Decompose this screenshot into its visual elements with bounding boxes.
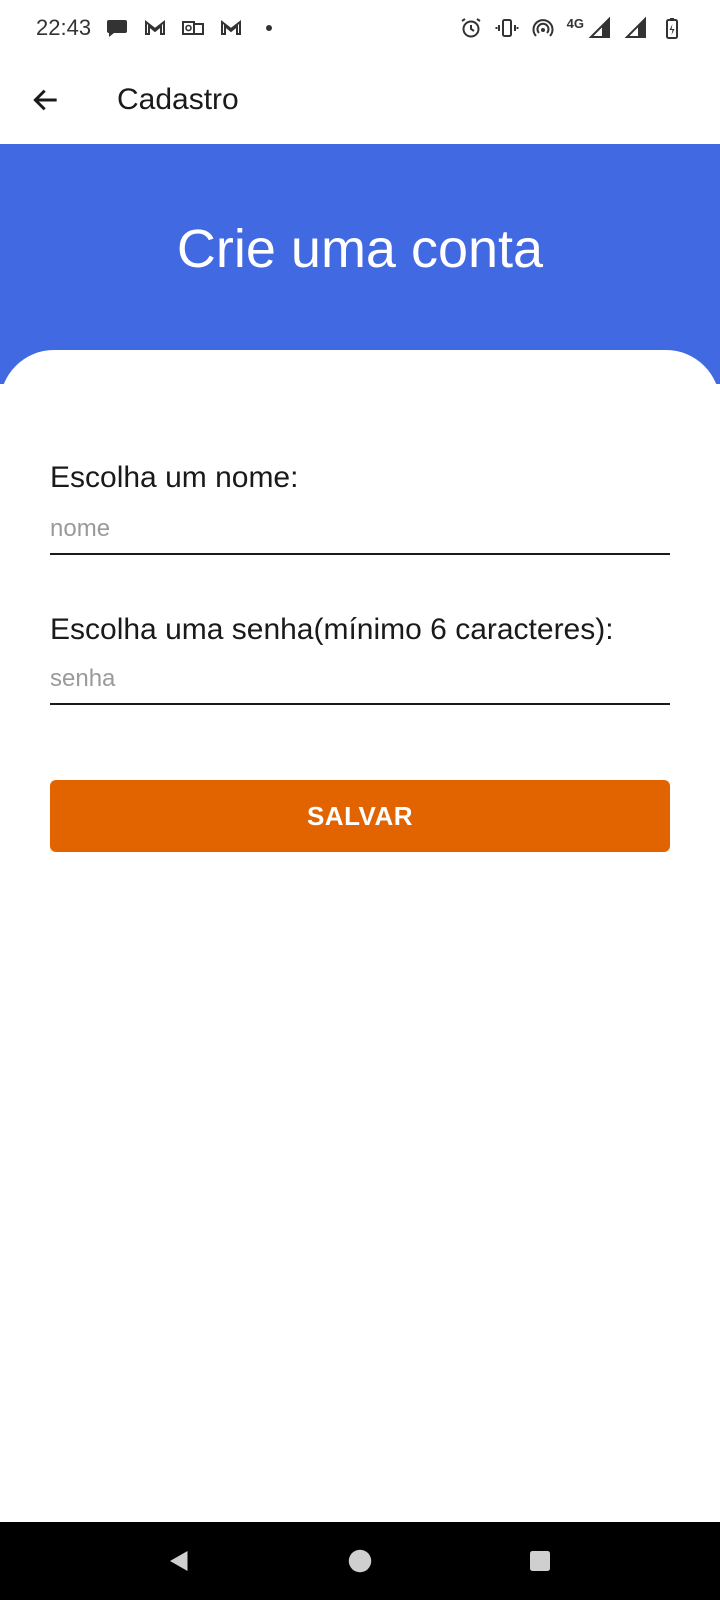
- nav-home-button[interactable]: [336, 1537, 384, 1585]
- password-input[interactable]: [50, 655, 670, 705]
- outlook-icon: [181, 16, 205, 40]
- status-bar: 22:43 4G: [0, 0, 720, 56]
- dot-icon: [257, 16, 281, 40]
- signal-icon: [588, 16, 612, 40]
- battery-icon: [660, 16, 684, 40]
- vibrate-icon: [495, 16, 519, 40]
- nav-recents-button[interactable]: [516, 1537, 564, 1585]
- navigation-bar: [0, 1522, 720, 1600]
- home-circle-icon: [348, 1549, 372, 1573]
- gmail-icon: [143, 16, 167, 40]
- status-time: 22:43: [36, 15, 92, 40]
- back-triangle-icon: [170, 1551, 188, 1571]
- name-label: Escolha um nome:: [50, 461, 299, 494]
- network-label: 4G: [566, 15, 584, 31]
- password-label: Escolha uma senha(mínimo 6 caracteres):: [50, 613, 614, 646]
- chat-bubble-icon: [105, 16, 129, 40]
- form-card: Escolha um nome: Escolha uma senha(mínim…: [0, 350, 720, 1522]
- arrow-left-icon: [33, 89, 57, 111]
- save-button[interactable]: SALVAR: [50, 780, 670, 852]
- signal-icon: [624, 16, 648, 40]
- name-input[interactable]: [50, 505, 670, 555]
- alarm-icon: [459, 16, 483, 40]
- recents-square-icon: [530, 1551, 550, 1571]
- gmail-icon: [219, 16, 243, 40]
- back-button[interactable]: [16, 70, 76, 130]
- app-title: Cadastro: [117, 83, 239, 116]
- app-bar: Cadastro: [0, 56, 720, 144]
- screen: 22:43 4G Cadastro Crie uma conta Escolha…: [0, 0, 720, 1600]
- hotspot-icon: [531, 16, 555, 40]
- header-title: Crie uma conta: [176, 219, 544, 279]
- status-left: 22:43: [36, 15, 281, 41]
- nav-back-button[interactable]: [156, 1537, 204, 1585]
- header-banner: Crie uma conta: [0, 144, 720, 384]
- status-right: 4G: [459, 16, 684, 40]
